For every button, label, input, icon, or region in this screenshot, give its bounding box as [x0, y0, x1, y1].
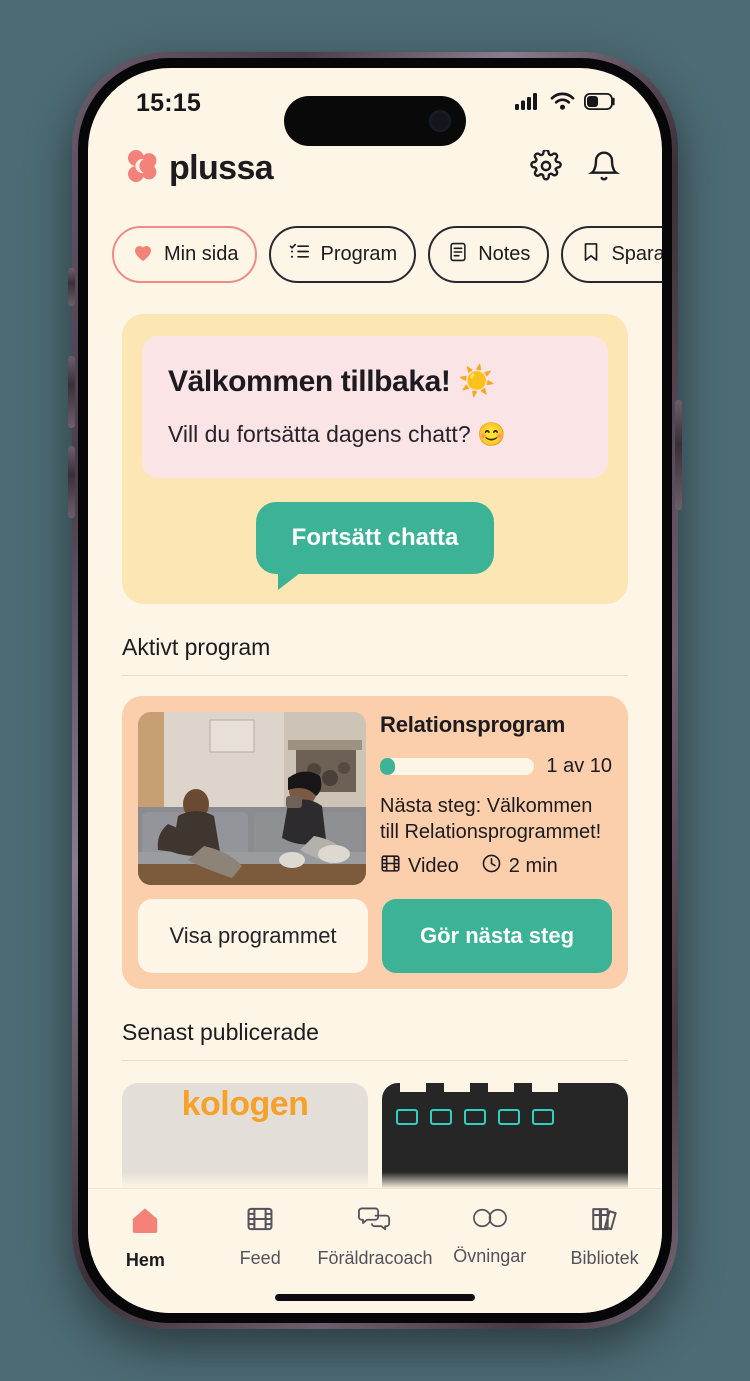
program-actions: Visa programmet Gör nästa steg: [138, 899, 612, 973]
welcome-message-box: Välkommen tillbaka! ☀️ Vill du fortsätta…: [142, 336, 608, 478]
continue-chat-wrap: Fortsätt chatta: [142, 502, 608, 590]
program-meta: Video 2 min: [380, 853, 612, 880]
screenshot-stage: 15:15 plussa Min sida Program Notes Spar…: [0, 0, 750, 1381]
welcome-title: Välkommen tillbaka! ☀️: [168, 365, 496, 398]
latest-published-row: kologen: [122, 1083, 628, 1203]
view-program-button[interactable]: Visa programmet: [138, 899, 368, 973]
media-type: Video: [380, 853, 459, 880]
chip-sparade[interactable]: Sparade: [561, 226, 662, 283]
status-time: 15:15: [136, 88, 201, 117]
chip-min-sida[interactable]: Min sida: [112, 226, 258, 283]
duration-label: 2 min: [508, 855, 558, 878]
chip-label: Min sida: [164, 243, 239, 265]
volume-down-button[interactable]: [68, 446, 75, 518]
continue-chat-button[interactable]: Fortsätt chatta: [255, 502, 495, 590]
cellular-bars-icon: [515, 92, 541, 115]
latest-published-heading: Senast publicerade: [122, 1019, 628, 1061]
gear-icon[interactable]: [530, 148, 562, 187]
progress-label: 1 av 10: [546, 755, 612, 777]
books-icon: [589, 1203, 621, 1240]
phone-screen: 15:15 plussa Min sida Program Notes Spar…: [88, 68, 662, 1313]
tab-ovningar[interactable]: Övningar: [436, 1203, 544, 1267]
do-next-step-button[interactable]: Gör nästa steg: [382, 899, 612, 973]
peek-chip: [464, 1109, 486, 1125]
tab-hem[interactable]: Hem: [91, 1203, 199, 1271]
tab-label: Feed: [239, 1248, 281, 1268]
peek-card-right[interactable]: [382, 1083, 628, 1203]
peek-notch: [444, 1083, 470, 1092]
home-indicator[interactable]: [275, 1294, 475, 1301]
header-actions: [530, 148, 620, 187]
chip-label: Notes: [478, 243, 531, 265]
tab-label: Bibliotek: [570, 1248, 639, 1268]
peek-chip: [396, 1109, 418, 1125]
active-program-heading: Aktivt program: [122, 634, 628, 676]
app-logo[interactable]: plussa: [124, 148, 274, 189]
chip-label: Program: [320, 243, 398, 265]
clock-icon: [481, 853, 502, 880]
media-type-label: Video: [408, 855, 459, 878]
progress-fill: [380, 758, 396, 775]
main-content: Välkommen tillbaka! ☀️ Vill du fortsätta…: [88, 296, 662, 1203]
status-icons: [515, 92, 616, 115]
document-icon: [447, 241, 469, 269]
chip-program[interactable]: Program: [269, 226, 417, 283]
peek-card-left-text: kologen: [181, 1085, 309, 1123]
program-title: Relationsprogram: [380, 712, 566, 737]
duration: 2 min: [481, 853, 558, 880]
tab-foraldracoach[interactable]: Föräldracoach: [317, 1203, 433, 1269]
infinity-icon: [471, 1203, 509, 1238]
welcome-subtitle: Vill du fortsätta dagens chatt? 😊: [168, 421, 506, 447]
chip-label: Sparade: [611, 243, 662, 265]
peek-card-left[interactable]: kologen: [122, 1083, 368, 1203]
plussa-clover-logo: [124, 148, 160, 189]
peek-notch: [532, 1083, 558, 1092]
bell-icon[interactable]: [588, 150, 620, 187]
peek-chip: [430, 1109, 452, 1125]
checklist-icon: [288, 240, 311, 269]
filter-chip-row: Min sida Program Notes Spara: [88, 226, 662, 283]
silent-switch[interactable]: [68, 268, 75, 306]
peek-chip: [498, 1109, 520, 1125]
chip-notes[interactable]: Notes: [428, 226, 550, 283]
battery-icon: [583, 92, 616, 115]
front-camera: [429, 110, 451, 132]
active-program-card[interactable]: Relationsprogram 1 av 10 Nästa steg: Väl…: [122, 696, 628, 989]
welcome-card: Välkommen tillbaka! ☀️ Vill du fortsätta…: [122, 314, 628, 604]
program-thumbnail: [138, 712, 366, 885]
power-button[interactable]: [675, 400, 682, 510]
program-progress: 1 av 10: [380, 755, 612, 778]
app-header: plussa: [88, 132, 662, 204]
chat-bubbles-icon: [357, 1203, 393, 1240]
program-next-step: Nästa steg: Välkommen till Relationsprog…: [380, 795, 602, 843]
bookmark-icon: [580, 241, 602, 269]
heart-icon: [131, 240, 155, 270]
tab-label: Föräldracoach: [317, 1248, 433, 1268]
peek-chip: [532, 1109, 554, 1125]
program-details: Relationsprogram 1 av 10 Nästa steg: Väl…: [380, 712, 612, 885]
tab-bibliotek[interactable]: Bibliotek: [551, 1203, 659, 1269]
tab-label: Övningar: [453, 1246, 527, 1266]
tab-feed[interactable]: Feed: [206, 1203, 314, 1269]
film-icon: [244, 1203, 276, 1240]
app-logo-text: plussa: [169, 148, 274, 187]
volume-up-button[interactable]: [68, 356, 75, 428]
wifi-icon: [550, 92, 575, 115]
film-icon: [380, 853, 401, 880]
home-icon: [128, 1203, 162, 1242]
progress-track: [380, 758, 535, 775]
peek-notch: [400, 1083, 426, 1092]
peek-notch: [488, 1083, 514, 1092]
tab-label: Hem: [125, 1250, 165, 1270]
